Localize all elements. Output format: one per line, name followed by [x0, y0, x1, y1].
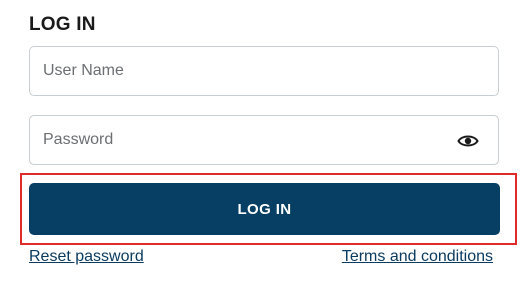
- login-panel: LOG IN LOG IN Reset password Terms and c…: [0, 0, 532, 286]
- password-input[interactable]: [30, 116, 498, 164]
- terms-link[interactable]: Terms and conditions: [342, 248, 493, 266]
- username-field-container: [29, 46, 499, 96]
- reset-password-link[interactable]: Reset password: [29, 248, 144, 266]
- eye-icon[interactable]: [457, 133, 479, 149]
- login-title: LOG IN: [29, 14, 96, 35]
- username-input[interactable]: [30, 47, 498, 95]
- login-button[interactable]: LOG IN: [29, 183, 500, 235]
- password-field-container: [29, 115, 499, 165]
